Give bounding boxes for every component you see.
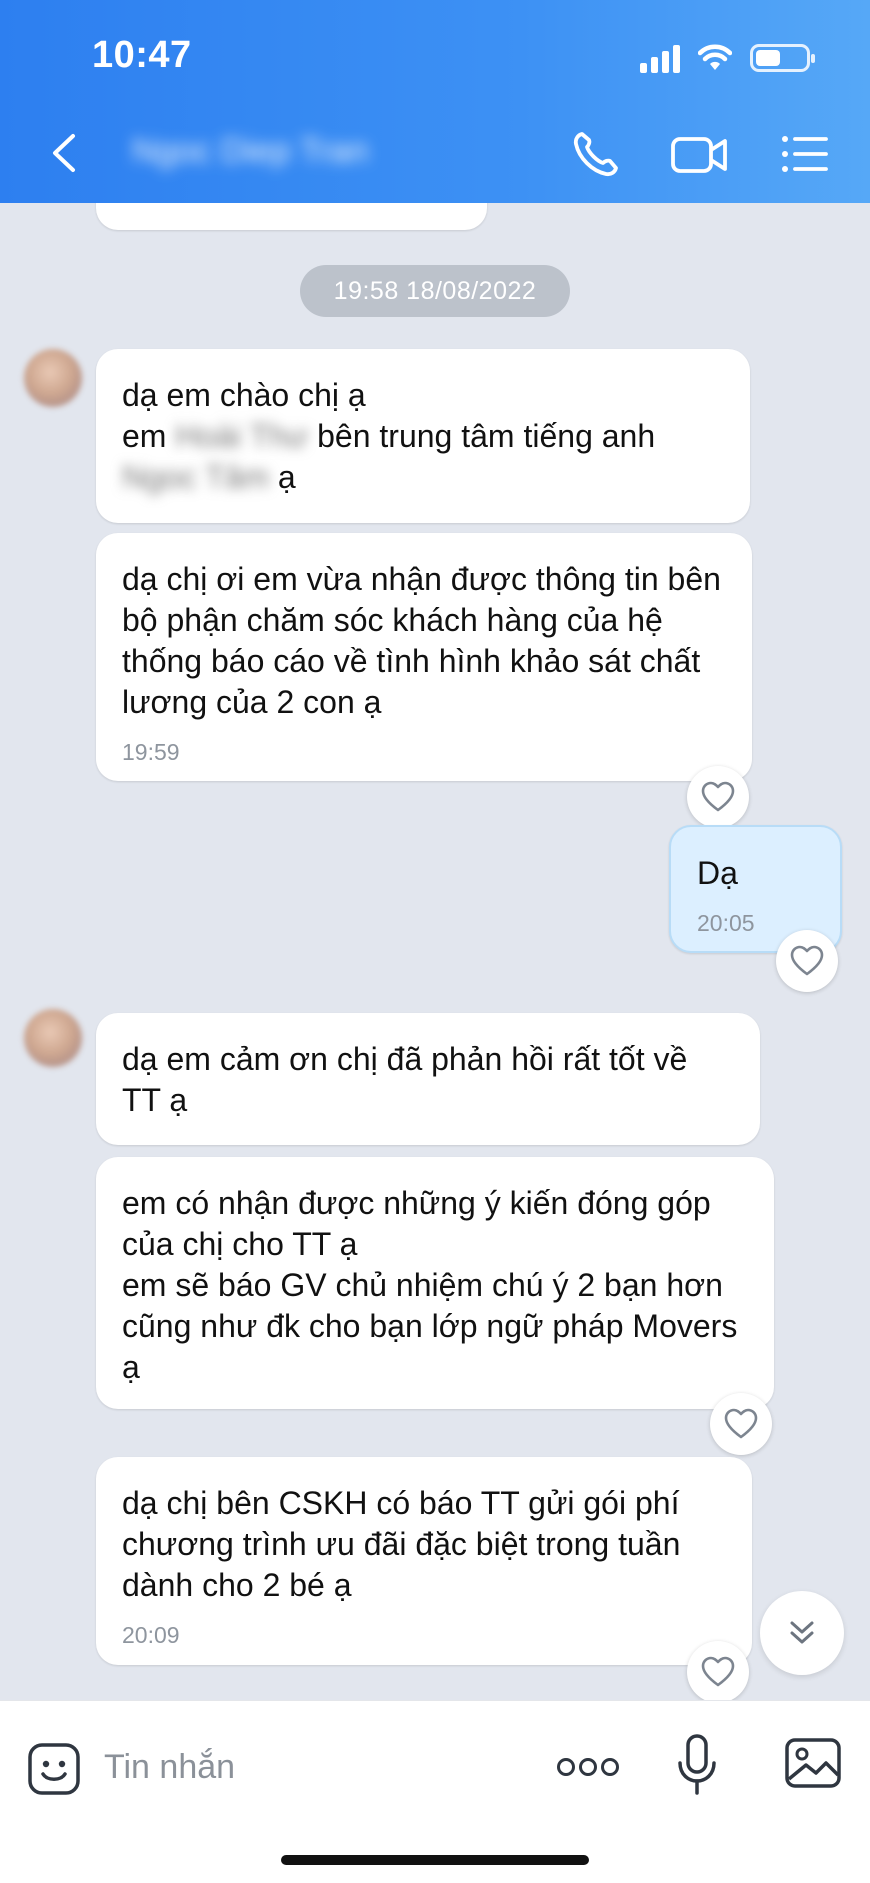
phone-icon[interactable]	[568, 126, 624, 182]
double-chevron-down-icon	[790, 1621, 814, 1644]
message-bubble[interactable]: dạ chị ơi em vừa nhận được thông tin bên…	[96, 533, 752, 781]
message-bubble[interactable]: dạ em chào chị ạ em Hoài Thư bên trung t…	[96, 349, 750, 523]
message-text: dạ chị bên CSKH có báo TT gửi gói phí ch…	[122, 1485, 681, 1603]
video-call-icon[interactable]	[670, 126, 730, 182]
message-text: dạ em chào chị ạ	[122, 377, 366, 413]
message-time: 19:59	[122, 739, 180, 765]
more-options-icon[interactable]	[556, 1755, 620, 1779]
contact-name[interactable]: Ngoc Diep Tran	[132, 132, 400, 172]
message-text: em sẽ báo GV chủ nhiệm chú ý 2 bạn hơn c…	[122, 1267, 738, 1385]
message-bubble[interactable]: em có nhận được những ý kiến đóng góp củ…	[96, 1157, 774, 1409]
cellular-signal-icon	[640, 43, 680, 73]
date-separator: 19:58 18/08/2022	[300, 265, 570, 317]
message-input[interactable]	[104, 1739, 524, 1795]
message-list[interactable]: 19:58 18/08/2022 dạ em chào chị ạ em Hoà…	[0, 203, 870, 1700]
status-time: 10:47	[92, 34, 192, 76]
back-arrow-icon[interactable]	[40, 128, 90, 178]
sender-avatar[interactable]	[24, 1009, 82, 1067]
message-text: dạ chị ơi em vừa nhận được thông tin bên…	[122, 561, 721, 720]
like-heart-icon[interactable]	[687, 1641, 749, 1700]
message-text-line: em Hoài Thư bên trung tâm tiếng anh	[122, 416, 722, 457]
menu-list-icon[interactable]	[778, 126, 834, 182]
sender-avatar[interactable]	[24, 349, 82, 407]
microphone-icon[interactable]	[676, 1733, 718, 1799]
message-bubble[interactable]: dạ em cảm ơn chị đã phản hồi rất tốt về …	[96, 1013, 760, 1145]
image-gallery-icon[interactable]	[784, 1737, 842, 1789]
scroll-to-bottom-button[interactable]	[760, 1591, 844, 1675]
chat-header: 10:47 Ngoc Diep Tran	[0, 0, 870, 203]
message-text-line: Ngoc Tâm ạ	[122, 457, 722, 498]
message-text: ạ	[277, 459, 296, 495]
like-heart-icon[interactable]	[687, 766, 749, 828]
like-heart-icon[interactable]	[776, 930, 838, 992]
like-heart-icon[interactable]	[710, 1393, 772, 1455]
message-time: 20:09	[122, 1622, 180, 1648]
message-text: Dạ	[697, 855, 738, 891]
battery-icon	[750, 44, 815, 72]
message-text: em có nhận được những ý kiến đóng góp củ…	[122, 1185, 711, 1262]
wifi-icon	[698, 44, 732, 70]
status-icons	[640, 40, 815, 76]
redacted-name: Ngoc Tâm	[122, 459, 270, 495]
sticker-smiley-icon[interactable]	[26, 1741, 82, 1797]
message-text: bên trung tâm tiếng anh	[317, 418, 656, 454]
previous-message-card[interactable]	[96, 203, 487, 230]
message-bubble[interactable]: dạ chị bên CSKH có báo TT gửi gói phí ch…	[96, 1457, 752, 1665]
message-text: em	[122, 418, 167, 454]
redacted-name: Hoài Thư	[175, 418, 309, 454]
home-indicator	[281, 1855, 589, 1865]
message-text: dạ em cảm ơn chị đã phản hồi rất tốt về …	[122, 1041, 688, 1118]
